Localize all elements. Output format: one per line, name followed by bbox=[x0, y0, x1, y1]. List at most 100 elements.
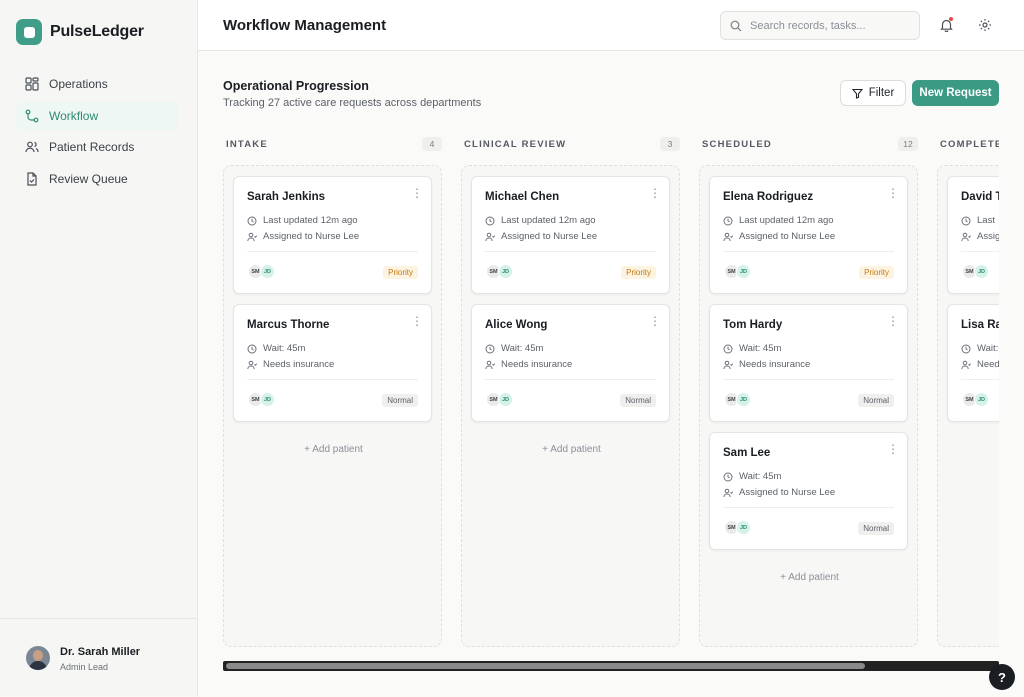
avatar-initials: JD bbox=[498, 392, 513, 407]
assignee-avatars: SM JD bbox=[724, 520, 751, 535]
sidebar-item-workflow[interactable]: Workflow bbox=[16, 101, 178, 130]
more-vertical-icon[interactable]: ⋮ bbox=[649, 187, 661, 199]
card-meta-time: Wait: 45m bbox=[247, 343, 305, 354]
assignee-avatars: SM JD bbox=[724, 392, 751, 407]
meta-text: Last updated 12m ago bbox=[263, 215, 358, 226]
column-header: SCHEDULED 12 bbox=[699, 137, 918, 151]
sidebar-item-label: Workflow bbox=[49, 108, 99, 123]
sidebar-item-patient-records[interactable]: Patient Records bbox=[16, 133, 178, 161]
column-body: Sarah Jenkins ⋮ Last updated 12m ago Assign… bbox=[223, 165, 442, 647]
more-vertical-icon[interactable]: ⋮ bbox=[649, 315, 661, 327]
patient-card[interactable]: Sarah Jenkins ⋮ Last updated 12m ago Assign… bbox=[233, 176, 432, 294]
card-meta-assignee: Need bbox=[961, 359, 999, 370]
card-divider bbox=[485, 251, 656, 252]
patient-card[interactable]: Michael Chen ⋮ Last updated 12m ago Assigne… bbox=[471, 176, 670, 294]
patient-name: Elena Rodriguez bbox=[723, 191, 814, 203]
avatar-initials: JD bbox=[260, 264, 275, 279]
meta-text: Last updated 12m ago bbox=[501, 215, 596, 226]
patient-name: Alice Wong bbox=[485, 319, 548, 331]
more-vertical-icon[interactable]: ⋮ bbox=[887, 443, 899, 455]
sidebar-item-label: Patient Records bbox=[49, 140, 135, 154]
clock-icon bbox=[485, 216, 495, 226]
card-meta-time: Last updated 12m ago bbox=[723, 215, 834, 226]
meta-text: Assigned to Nurse Lee bbox=[501, 231, 598, 242]
settings-gear-icon[interactable] bbox=[977, 17, 993, 33]
help-button[interactable]: ? bbox=[989, 664, 1015, 690]
card-divider bbox=[723, 251, 894, 252]
sidebar-item-review-queue[interactable]: Review Queue bbox=[16, 165, 178, 193]
avatar bbox=[26, 646, 50, 670]
notification-bell-icon[interactable] bbox=[938, 17, 954, 33]
more-vertical-icon[interactable]: ⋮ bbox=[887, 187, 899, 199]
patient-card[interactable]: Sam Lee ⋮ Wait: 45m Assigned to Nurse Lee SM… bbox=[709, 432, 908, 550]
meta-text: Last bbox=[977, 215, 995, 226]
column-count-badge: 3 bbox=[660, 137, 680, 151]
column-count-badge: 12 bbox=[898, 137, 918, 151]
clock-icon bbox=[723, 216, 733, 226]
patient-card[interactable]: David T⋮LastAssigSMJD bbox=[947, 176, 999, 294]
search-box[interactable] bbox=[720, 11, 920, 40]
patient-card[interactable]: Elena Rodriguez ⋮ Last updated 12m ago Assi… bbox=[709, 176, 908, 294]
add-patient-button[interactable]: + Add patient bbox=[224, 444, 443, 455]
filter-label: Filter bbox=[868, 87, 895, 99]
card-meta-assignee: Assigned to Nurse Lee bbox=[247, 231, 359, 242]
card-meta-time: Last updated 12m ago bbox=[247, 215, 358, 226]
patient-name: Tom Hardy bbox=[723, 319, 783, 331]
assignee-avatars: SM JD bbox=[486, 264, 513, 279]
card-divider bbox=[961, 251, 999, 252]
user-check-icon bbox=[723, 360, 733, 370]
horizontal-scrollbar[interactable] bbox=[223, 661, 999, 671]
avatar-initials: JD bbox=[736, 264, 751, 279]
status-badge: Normal bbox=[620, 394, 656, 407]
workflow-icon bbox=[25, 109, 39, 123]
more-vertical-icon[interactable]: ⋮ bbox=[411, 315, 423, 327]
user-check-icon bbox=[247, 360, 257, 370]
filter-button[interactable]: Filter bbox=[840, 80, 906, 106]
avatar-initials: JD bbox=[498, 264, 513, 279]
status-badge: Normal bbox=[858, 394, 894, 407]
add-patient-button[interactable]: + Add patient bbox=[700, 572, 919, 583]
assignee-avatars: SM JD bbox=[486, 392, 513, 407]
page-title: Workflow Management bbox=[223, 17, 387, 34]
avatar-initials: JD bbox=[974, 392, 989, 407]
user-check-icon bbox=[723, 232, 733, 242]
card-meta-assignee: Assigned to Nurse Lee bbox=[723, 487, 835, 498]
card-meta-assignee: Needs insurance bbox=[247, 359, 334, 370]
top-header: Workflow Management bbox=[198, 0, 1024, 51]
patient-card[interactable]: Lisa Ra⋮Wait:NeedSMJD bbox=[947, 304, 999, 422]
user-role: Admin Lead bbox=[60, 662, 109, 672]
patient-name: Sarah Jenkins bbox=[247, 191, 325, 203]
status-badge: Normal bbox=[858, 522, 894, 535]
card-meta-time: Wait: 45m bbox=[485, 343, 543, 354]
column-body: David T⋮LastAssigSMJDLisa Ra⋮Wait:NeedSM… bbox=[937, 165, 999, 647]
card-meta-time: Last updated 12m ago bbox=[485, 215, 596, 226]
meta-text: Assig bbox=[977, 231, 999, 242]
scrollbar-thumb[interactable] bbox=[226, 663, 865, 669]
column-title: COMPLETE bbox=[940, 139, 999, 150]
patient-card[interactable]: Marcus Thorne ⋮ Wait: 45m Needs insurance SM… bbox=[233, 304, 432, 422]
add-patient-button[interactable]: + Add patient bbox=[462, 444, 681, 455]
meta-text: Wait: 45m bbox=[739, 343, 782, 354]
more-vertical-icon[interactable]: ⋮ bbox=[411, 187, 423, 199]
column-title: CLINICAL REVIEW bbox=[464, 139, 567, 150]
column-header: CLINICAL REVIEW 3 bbox=[461, 137, 680, 151]
sidebar-item-label: Review Queue bbox=[49, 171, 128, 186]
user-check-icon bbox=[723, 488, 733, 498]
sidebar-item-operations[interactable]: Operations bbox=[16, 70, 178, 98]
column-body: Elena Rodriguez ⋮ Last updated 12m ago Assi… bbox=[699, 165, 918, 647]
user-name: Dr. Sarah Miller bbox=[60, 646, 141, 658]
clock-icon bbox=[485, 344, 495, 354]
avatar-initials: JD bbox=[974, 264, 989, 279]
user-check-icon bbox=[485, 360, 495, 370]
patient-card[interactable]: Alice Wong ⋮ Wait: 45m Needs insurance SM JD N… bbox=[471, 304, 670, 422]
search-input[interactable] bbox=[750, 19, 910, 32]
new-request-button[interactable]: New Request bbox=[912, 80, 999, 106]
section-title: Operational Progression bbox=[223, 79, 369, 93]
meta-text: Assigned to Nurse Lee bbox=[739, 231, 836, 242]
patient-card[interactable]: Tom Hardy ⋮ Wait: 45m Needs insurance SM JD No… bbox=[709, 304, 908, 422]
brand[interactable]: PulseLedger bbox=[16, 19, 144, 45]
assignee-avatars: SM JD bbox=[962, 264, 989, 279]
more-vertical-icon[interactable]: ⋮ bbox=[887, 315, 899, 327]
logo-icon bbox=[16, 19, 42, 45]
user-profile[interactable]: Dr. Sarah Miller Admin Lead bbox=[0, 618, 198, 697]
